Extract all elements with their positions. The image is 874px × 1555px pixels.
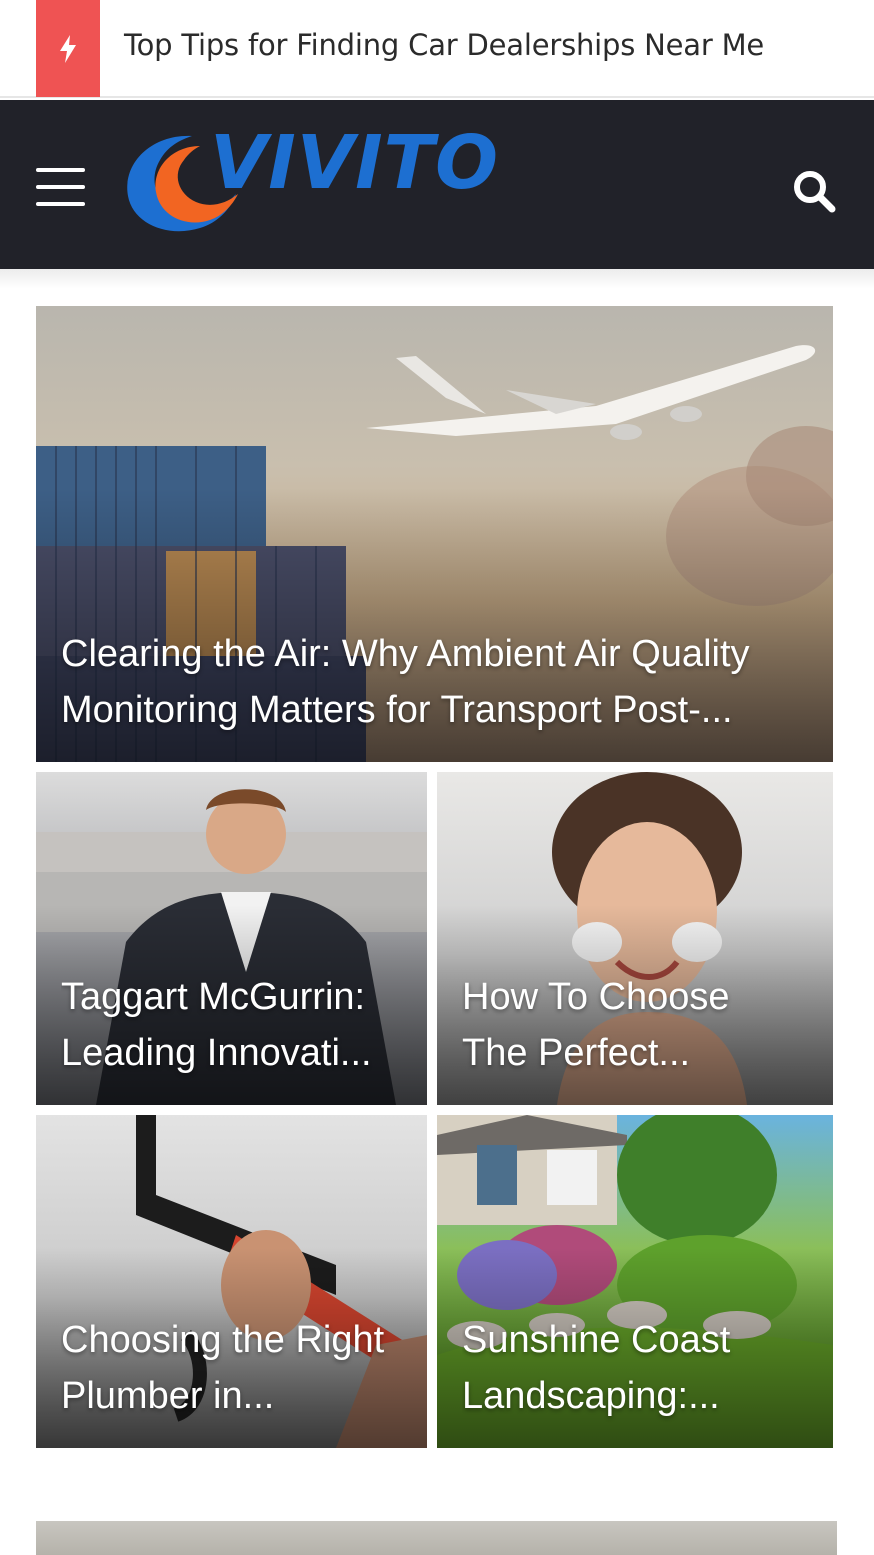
post-card[interactable]: Taggart McGurrin: Leading Innovati... xyxy=(36,772,427,1105)
post-title[interactable]: Sunshine Coast Landscaping:... xyxy=(462,1312,813,1424)
post-card[interactable]: How To Choose The Perfect... xyxy=(437,772,833,1105)
bolt-icon xyxy=(60,34,76,63)
post-title[interactable]: How To Choose The Perfect... xyxy=(462,969,813,1081)
post-title[interactable]: Taggart McGurrin: Leading Innovati... xyxy=(61,969,407,1081)
ticker-headline-link[interactable]: Top Tips for Finding Car Dealerships Nea… xyxy=(124,28,764,62)
post-title[interactable]: Choosing the Right Plumber in... xyxy=(61,1312,407,1424)
ticker-badge xyxy=(36,0,100,97)
hamburger-menu-icon[interactable] xyxy=(36,168,86,208)
post-card[interactable]: Choosing the Right Plumber in... xyxy=(36,1115,427,1448)
search-icon[interactable] xyxy=(790,166,838,214)
breaking-news-ticker: Top Tips for Finding Car Dealerships Nea… xyxy=(0,0,874,98)
site-logo[interactable]: VIVITO xyxy=(122,120,512,240)
next-post-image[interactable] xyxy=(36,1521,837,1555)
logo-text: VIVITO xyxy=(210,120,499,206)
featured-post-title[interactable]: Clearing the Air: Why Ambient Air Qualit… xyxy=(61,626,813,738)
post-card[interactable]: Sunshine Coast Landscaping:... xyxy=(437,1115,833,1448)
header-shadow xyxy=(0,269,874,289)
featured-post-card[interactable]: Clearing the Air: Why Ambient Air Qualit… xyxy=(36,306,833,762)
